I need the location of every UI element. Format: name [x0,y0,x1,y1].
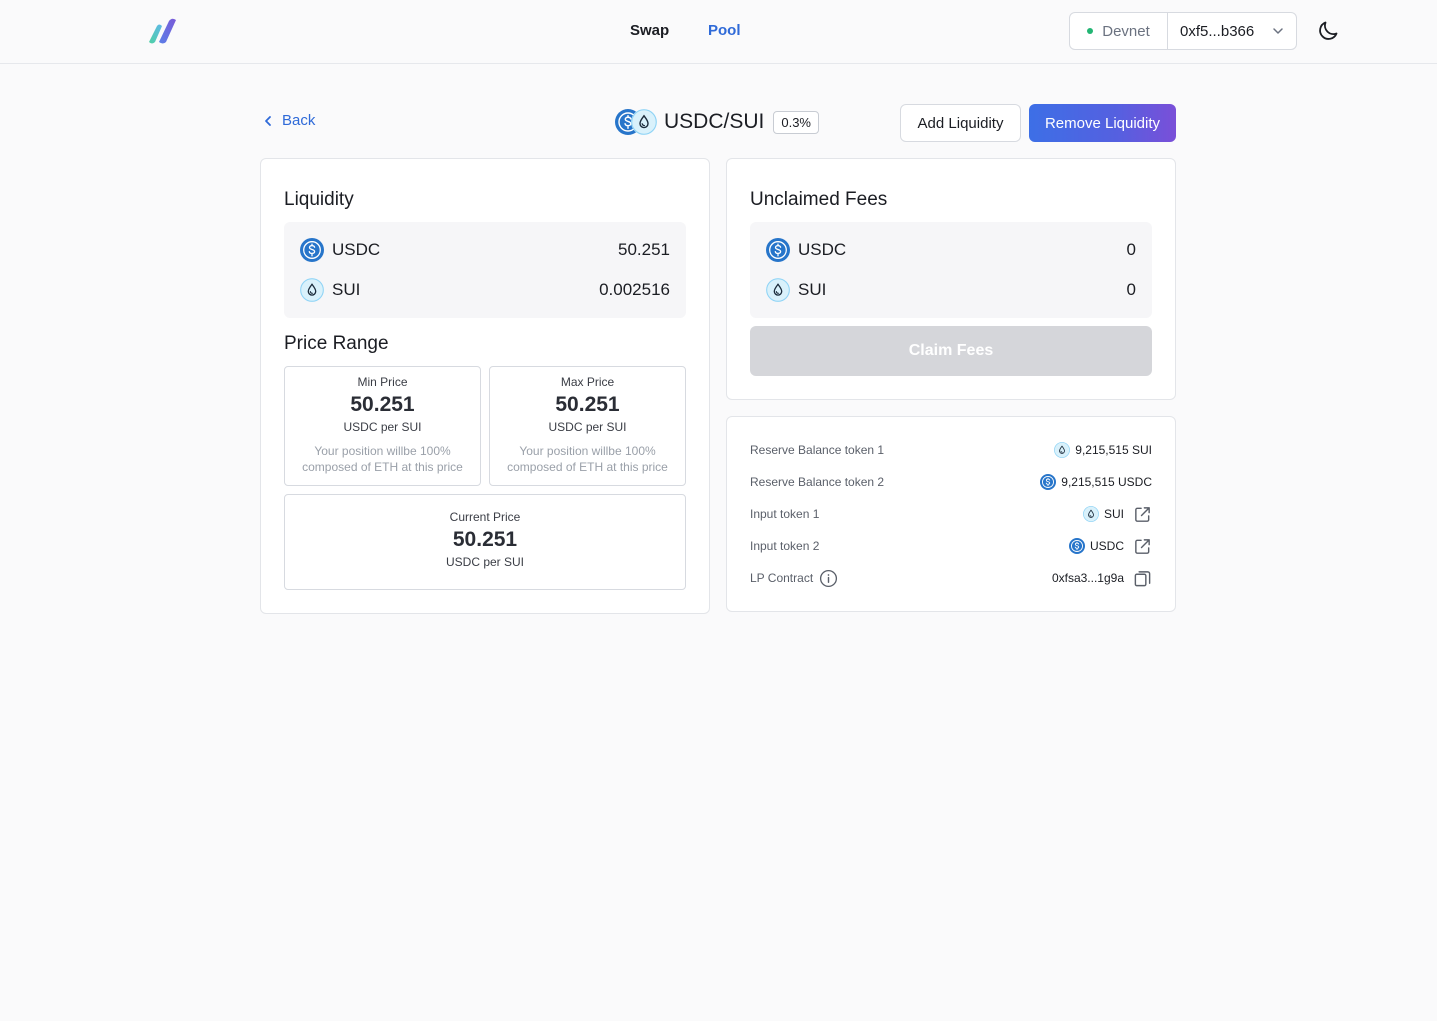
fees-token-box: USDC 0 SUI 0 [750,222,1152,318]
min-price-note: Your position willbe 100% composed of ET… [285,443,480,475]
pool-info-card: Reserve Balance token 1 9,215,515 SUI Re… [726,416,1176,612]
copy-icon[interactable] [1133,569,1152,588]
nav-swap[interactable]: Swap [630,22,669,39]
pair-icons [615,108,659,136]
min-price-value: 50.251 [350,393,415,416]
info-row-input1: Input token 1 SUI [750,504,1152,524]
info-value: USDC [1089,539,1124,553]
lp-contract-address: 0xfsa3...1g9a [1051,571,1124,585]
max-price-note: Your position willbe 100% composed of ET… [490,443,685,475]
max-price-value: 50.251 [555,393,620,416]
wallet-address: 0xf5...b366 [1180,22,1255,40]
max-price-label: Max Price [560,375,615,389]
moon-icon[interactable] [1316,19,1340,43]
chevron-left-icon [265,115,271,126]
fee-tier-badge: 0.3% [773,110,819,134]
token-symbol: USDC [798,240,847,259]
app-logo-icon[interactable] [146,17,180,45]
max-price-box: Max Price 50.251 USDC per SUI Your posit… [489,366,686,486]
chevron-down-icon [1273,28,1283,34]
nav-pool[interactable]: Pool [708,22,741,39]
fee-amount: 0 [1126,240,1136,259]
sui-icon [766,278,790,302]
min-price-label: Min Price [357,375,408,389]
external-link-icon[interactable] [1133,537,1152,556]
price-range-title: Price Range [284,333,389,354]
add-liquidity-button[interactable]: Add Liquidity [900,104,1021,142]
info-value: 9,215,515 SUI [1075,443,1152,457]
usdc-icon [1040,474,1056,490]
info-label: Input token 2 [750,539,820,553]
fees-title: Unclaimed Fees [750,189,888,210]
info-row-input2: Input token 2 USDC [750,536,1152,556]
usdc-icon [1069,538,1085,554]
max-price-note-line: Your position willbe 100% [519,444,656,458]
network-status-dot [1087,28,1094,34]
token-symbol: USDC [332,240,381,259]
current-price-label: Current Price [449,510,521,524]
liquidity-token-box: USDC 50.251 SUI 0.002516 [284,222,686,318]
current-price-box: Current Price 50.251 USDC per SUI [284,494,686,590]
fees-token-row: USDC 0 [766,237,1136,263]
sui-icon [1054,442,1070,458]
info-label: Reserve Balance token 1 [750,443,885,457]
liquidity-token-row: USDC 50.251 [300,237,670,263]
min-price-note-line: composed of ETH at this price [302,460,463,474]
token-symbol: SUI [798,280,827,299]
sui-icon [1083,506,1099,522]
back-label: Back [282,112,316,129]
token-amount: 0.002516 [599,280,670,299]
pair-name: USDC/SUI [664,110,765,133]
min-price-box: Min Price 50.251 USDC per SUI Your posit… [284,366,481,486]
current-price-unit: USDC per SUI [445,555,525,569]
info-label: Reserve Balance token 2 [750,475,885,489]
wallet-dropdown[interactable]: 0xf5...b366 [1168,13,1296,49]
info-row-lp-contract: LP Contract 0xfsa3...1g9a [750,568,1152,588]
back-link[interactable]: Back [262,112,315,129]
network-wallet-box: Devnet 0xf5...b366 [1069,12,1297,50]
pool-pair-header: USDC/SUI 0.3% [615,108,819,136]
usdc-icon [300,238,324,262]
network-label: Devnet [1102,22,1150,40]
liquidity-card: Liquidity USDC 50.251 SUI 0.002516 Price… [260,158,710,614]
token-symbol: SUI [332,280,361,299]
max-price-unit: USDC per SUI [548,420,627,434]
external-link-icon[interactable] [1133,505,1152,524]
usdc-icon [766,238,790,262]
min-price-note-line: Your position willbe 100% [314,444,451,458]
network-selector[interactable]: Devnet [1070,13,1168,49]
info-row-reserve1: Reserve Balance token 1 9,215,515 SUI [750,440,1152,460]
fee-amount: 0 [1126,280,1136,299]
claim-fees-button[interactable]: Claim Fees [750,326,1152,376]
top-header: Swap Pool Devnet 0xf5...b366 [0,0,1437,64]
fees-token-row: SUI 0 [766,277,1136,303]
info-value: 9,215,515 USDC [1061,475,1152,489]
current-price-value: 50.251 [452,528,518,551]
sui-icon [300,278,324,302]
unclaimed-fees-card: Unclaimed Fees USDC 0 SUI 0 Claim Fees [726,158,1176,400]
info-row-reserve2: Reserve Balance token 2 9,215,515 USDC [750,472,1152,492]
liquidity-title: Liquidity [284,189,354,210]
info-value: SUI [1103,507,1124,521]
remove-liquidity-button[interactable]: Remove Liquidity [1029,104,1176,142]
token-amount: 50.251 [618,240,670,259]
liquidity-token-row: SUI 0.002516 [300,277,670,303]
sui-icon [631,109,657,135]
info-label: LP Contract [750,571,814,585]
info-label: Input token 1 [750,507,820,521]
min-price-unit: USDC per SUI [343,420,422,434]
max-price-note-line: composed of ETH at this price [507,460,668,474]
info-icon[interactable] [819,569,838,588]
